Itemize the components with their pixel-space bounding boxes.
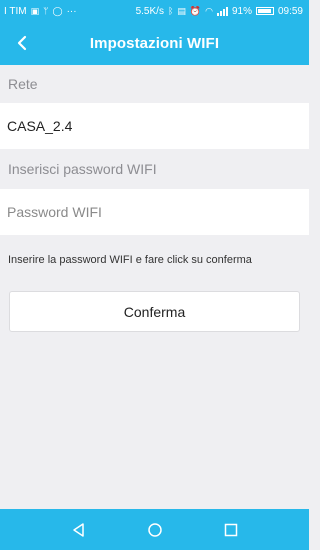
carrier-name: I TIM — [4, 5, 27, 17]
wifi-icon: ◠ — [205, 5, 213, 16]
status-bar-left: I TIM ▣ ᛘ ◯ ··· — [4, 6, 77, 17]
page-title: Impostazioni WIFI — [89, 35, 220, 52]
alarm-icon: ⏰ — [189, 5, 202, 16]
confirm-button[interactable]: Conferma — [9, 291, 300, 332]
whatsapp-icon: ◯ — [52, 5, 63, 16]
password-field[interactable] — [0, 189, 309, 235]
signal-icon — [216, 6, 228, 16]
password-input[interactable] — [7, 204, 297, 220]
circle-home-icon — [147, 522, 162, 537]
status-bar-right: 5.5K/s ᛒ ▤ ⏰ ◠ 91% 09:59 — [136, 6, 303, 17]
network-field[interactable] — [0, 103, 309, 149]
battery-percent: 91% — [231, 5, 252, 17]
app-header: Impostazioni WIFI — [0, 22, 309, 65]
bluetooth-icon: ᛒ — [167, 5, 174, 16]
navigation-bar — [0, 509, 309, 550]
hint-text: Inserire la password WIFI e fare click s… — [8, 254, 252, 266]
clock: 09:59 — [277, 5, 303, 17]
battery-icon — [255, 7, 274, 15]
network-input[interactable] — [7, 118, 297, 134]
chevron-left-icon — [17, 35, 27, 51]
message-icon: ▣ — [30, 5, 40, 16]
nav-recents-button[interactable] — [219, 518, 243, 542]
nav-back-button[interactable] — [67, 518, 91, 542]
back-button[interactable] — [10, 31, 34, 55]
nfc-icon: ▤ — [177, 5, 186, 16]
triangle-back-icon — [72, 522, 84, 537]
status-bar: I TIM ▣ ᛘ ◯ ··· 5.5K/s ᛒ ▤ ⏰ ◠ 91% 09:59 — [0, 0, 309, 22]
status-dots: ··· — [66, 5, 77, 17]
password-label: Inserisci password WIFI — [0, 150, 309, 188]
network-label: Rete — [0, 65, 309, 103]
square-recents-icon — [224, 523, 237, 536]
nav-home-button[interactable] — [143, 518, 167, 542]
usb-icon: ᛘ — [43, 5, 49, 16]
network-speed: 5.5K/s — [135, 5, 164, 17]
